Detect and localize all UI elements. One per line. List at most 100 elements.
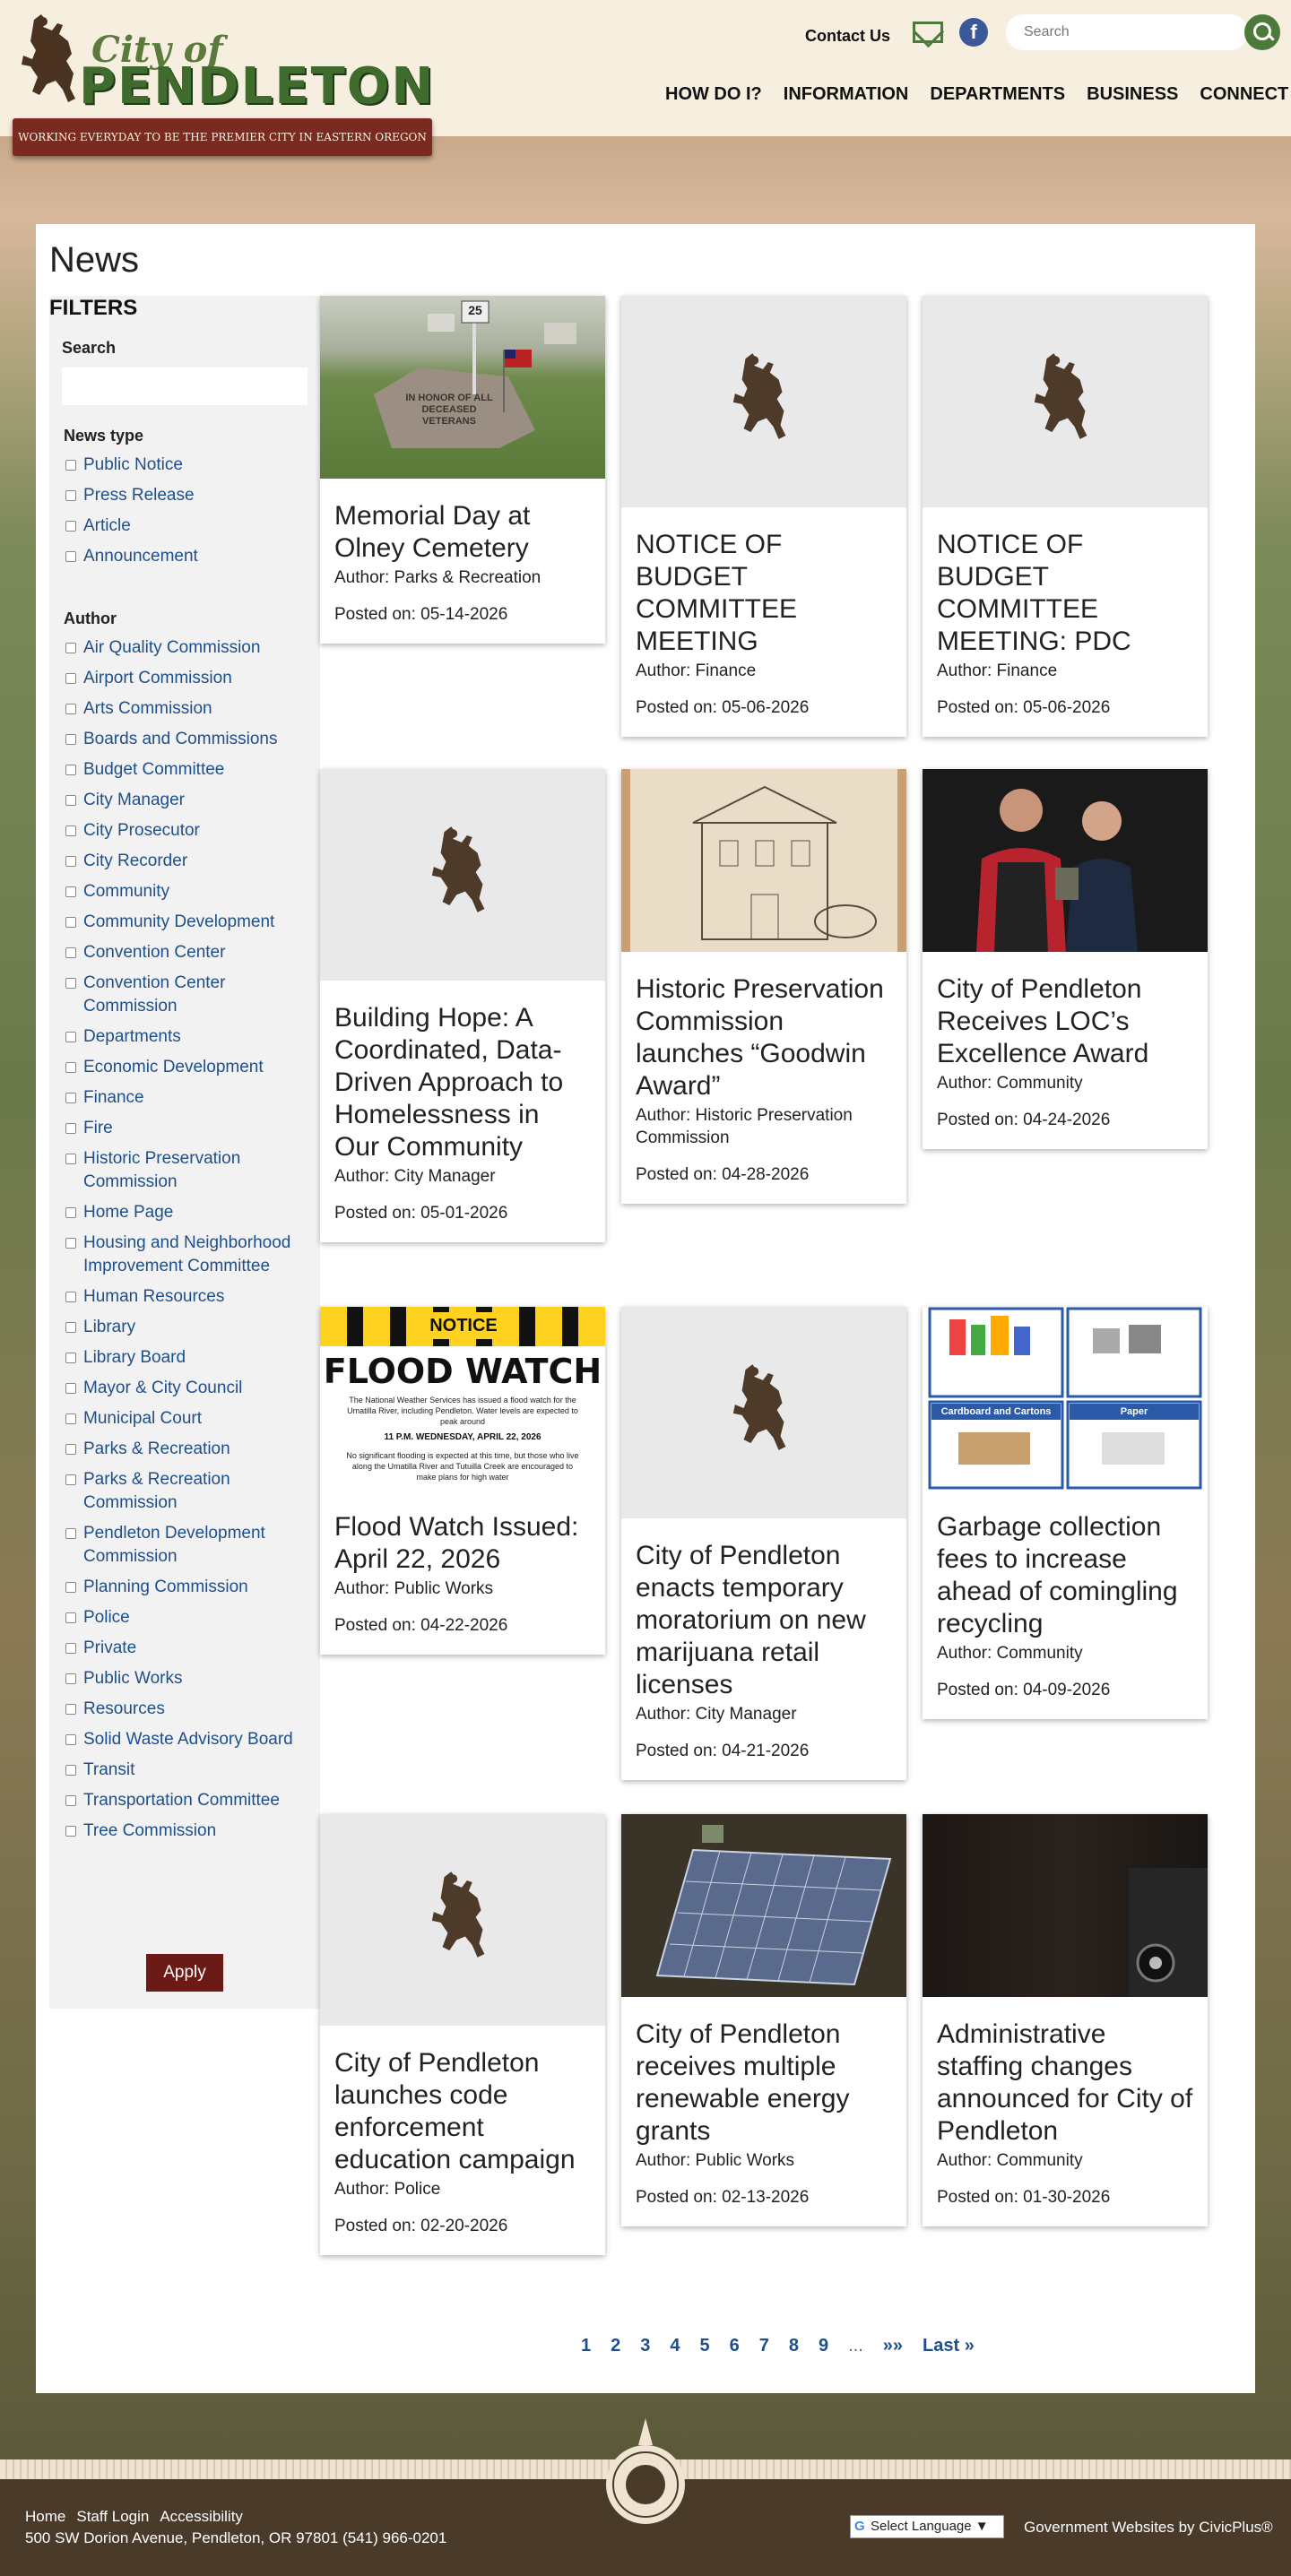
- facebook-icon[interactable]: f: [959, 18, 988, 47]
- next-page-link[interactable]: »»: [883, 2336, 903, 2356]
- news-card-title[interactable]: Historic Preservation Commission launche…: [636, 973, 892, 1102]
- checkbox[interactable]: [65, 1322, 76, 1333]
- news-card-title[interactable]: City of Pendleton receives multiple rene…: [636, 2018, 892, 2148]
- author-option[interactable]: Transit: [64, 1759, 315, 1782]
- page-link[interactable]: 4: [670, 2336, 680, 2356]
- filter-search-input[interactable]: [62, 367, 308, 405]
- checkbox[interactable]: [65, 1062, 76, 1073]
- author-option[interactable]: Library: [64, 1316, 315, 1339]
- news-card[interactable]: NOTICE FLOOD WATCH The National Weather Se…: [320, 1307, 605, 1655]
- page-link[interactable]: 7: [759, 2336, 769, 2356]
- contact-us-link[interactable]: Contact Us: [805, 27, 890, 46]
- author-option[interactable]: Municipal Court: [64, 1407, 315, 1431]
- author-option[interactable]: Parks & Recreation Commission: [64, 1468, 315, 1515]
- checkbox[interactable]: [65, 1123, 76, 1134]
- news-card-title[interactable]: Memorial Day at Olney Cemetery: [334, 500, 591, 565]
- page-link[interactable]: 9: [819, 2336, 828, 2356]
- checkbox[interactable]: [65, 978, 76, 989]
- news-type-option[interactable]: Press Release: [64, 484, 315, 507]
- checkbox[interactable]: [65, 1704, 76, 1715]
- checkbox[interactable]: [65, 1444, 76, 1455]
- author-option[interactable]: Solid Waste Advisory Board: [64, 1728, 315, 1751]
- author-option[interactable]: Air Quality Commission: [64, 636, 315, 660]
- card-image[interactable]: [923, 1814, 1208, 1997]
- nav-how-do-i[interactable]: HOW DO I?: [665, 84, 762, 105]
- author-option[interactable]: Community: [64, 880, 315, 903]
- author-option[interactable]: Pendleton Development Commission: [64, 1522, 315, 1569]
- news-card-title[interactable]: Administrative staffing changes announce…: [937, 2018, 1193, 2148]
- checkbox[interactable]: [65, 704, 76, 714]
- news-card[interactable]: NOTICE OF BUDGET COMMITTEE MEETING: PDC A…: [923, 296, 1208, 737]
- author-option[interactable]: Housing and Neighborhood Improvement Com…: [64, 1232, 315, 1278]
- checkbox[interactable]: [65, 1528, 76, 1539]
- site-logo[interactable]: City of PENDLETON: [16, 11, 433, 118]
- checkbox[interactable]: [65, 765, 76, 775]
- checkbox[interactable]: [65, 551, 76, 562]
- author-option[interactable]: Departments: [64, 1025, 315, 1049]
- news-type-option[interactable]: Announcement: [64, 545, 315, 568]
- page-link[interactable]: 1: [581, 2336, 591, 2356]
- author-option[interactable]: Airport Commission: [64, 667, 315, 690]
- nav-connect[interactable]: CONNECT: [1200, 84, 1288, 105]
- author-option[interactable]: Convention Center: [64, 941, 315, 964]
- author-option[interactable]: Arts Commission: [64, 697, 315, 721]
- checkbox[interactable]: [65, 1207, 76, 1218]
- news-card[interactable]: 25 IN HONOR OF ALL DECEASED VETERANS Memor…: [320, 296, 605, 644]
- author-option[interactable]: Police: [64, 1606, 315, 1629]
- nav-departments[interactable]: DEPARTMENTS: [930, 84, 1065, 105]
- card-image[interactable]: [320, 1814, 605, 2026]
- news-card-title[interactable]: City of Pendleton enacts temporary morat…: [636, 1540, 892, 1701]
- checkbox[interactable]: [65, 886, 76, 897]
- author-option[interactable]: Finance: [64, 1086, 315, 1110]
- footer-staff-login-link[interactable]: Staff Login: [76, 2508, 149, 2526]
- checkbox[interactable]: [65, 1474, 76, 1485]
- card-image[interactable]: [320, 769, 605, 981]
- news-card-title[interactable]: NOTICE OF BUDGET COMMITTEE MEETING: PDC: [937, 529, 1193, 658]
- language-select[interactable]: Select Language ▼: [850, 2515, 1004, 2538]
- card-image[interactable]: [621, 1814, 906, 1997]
- author-option[interactable]: City Recorder: [64, 850, 315, 873]
- checkbox[interactable]: [65, 795, 76, 806]
- news-card[interactable]: City of Pendleton launches code enforcem…: [320, 1814, 605, 2255]
- checkbox[interactable]: [65, 917, 76, 928]
- checkbox[interactable]: [65, 1032, 76, 1042]
- checkbox[interactable]: [65, 947, 76, 958]
- author-option[interactable]: Resources: [64, 1698, 315, 1721]
- checkbox[interactable]: [65, 734, 76, 745]
- news-type-option[interactable]: Public Notice: [64, 454, 315, 477]
- author-option[interactable]: Human Resources: [64, 1285, 315, 1309]
- author-option[interactable]: Budget Committee: [64, 758, 315, 782]
- page-link[interactable]: 3: [640, 2336, 650, 2356]
- author-option[interactable]: Library Board: [64, 1346, 315, 1370]
- checkbox[interactable]: [65, 1093, 76, 1103]
- page-link[interactable]: 8: [789, 2336, 799, 2356]
- search-icon[interactable]: [1244, 14, 1280, 50]
- card-image[interactable]: [923, 296, 1208, 507]
- checkbox[interactable]: [65, 1582, 76, 1593]
- site-search-input[interactable]: [1006, 14, 1248, 50]
- checkbox[interactable]: [65, 1353, 76, 1363]
- card-image[interactable]: Cardboard and Cartons Paper: [923, 1307, 1208, 1490]
- news-card[interactable]: Building Hope: A Coordinated, Data-Drive…: [320, 769, 605, 1242]
- news-card-title[interactable]: Flood Watch Issued: April 22, 2026: [334, 1511, 591, 1576]
- news-card[interactable]: City of Pendleton Receives LOC’s Excelle…: [923, 769, 1208, 1149]
- nav-information[interactable]: INFORMATION: [784, 84, 909, 105]
- footer-accessibility-link[interactable]: Accessibility: [160, 2508, 243, 2526]
- mail-icon[interactable]: [913, 22, 943, 43]
- checkbox[interactable]: [65, 673, 76, 684]
- card-image[interactable]: [621, 296, 906, 507]
- news-card[interactable]: Historic Preservation Commission launche…: [621, 769, 906, 1204]
- checkbox[interactable]: [65, 1673, 76, 1684]
- checkbox[interactable]: [65, 1826, 76, 1837]
- news-card[interactable]: City of Pendleton receives multiple rene…: [621, 1814, 906, 2226]
- author-option[interactable]: Community Development: [64, 911, 315, 934]
- card-image[interactable]: 25 IN HONOR OF ALL DECEASED VETERANS: [320, 296, 605, 479]
- author-option[interactable]: Convention Center Commission: [64, 972, 315, 1018]
- vendor-credit-link[interactable]: Government Websites by CivicPlus®: [1024, 2519, 1273, 2537]
- news-card[interactable]: City of Pendleton enacts temporary morat…: [621, 1307, 906, 1780]
- card-image[interactable]: [923, 769, 1208, 952]
- checkbox[interactable]: [65, 1154, 76, 1164]
- card-image[interactable]: [621, 769, 906, 952]
- checkbox[interactable]: [65, 490, 76, 501]
- checkbox[interactable]: [65, 856, 76, 867]
